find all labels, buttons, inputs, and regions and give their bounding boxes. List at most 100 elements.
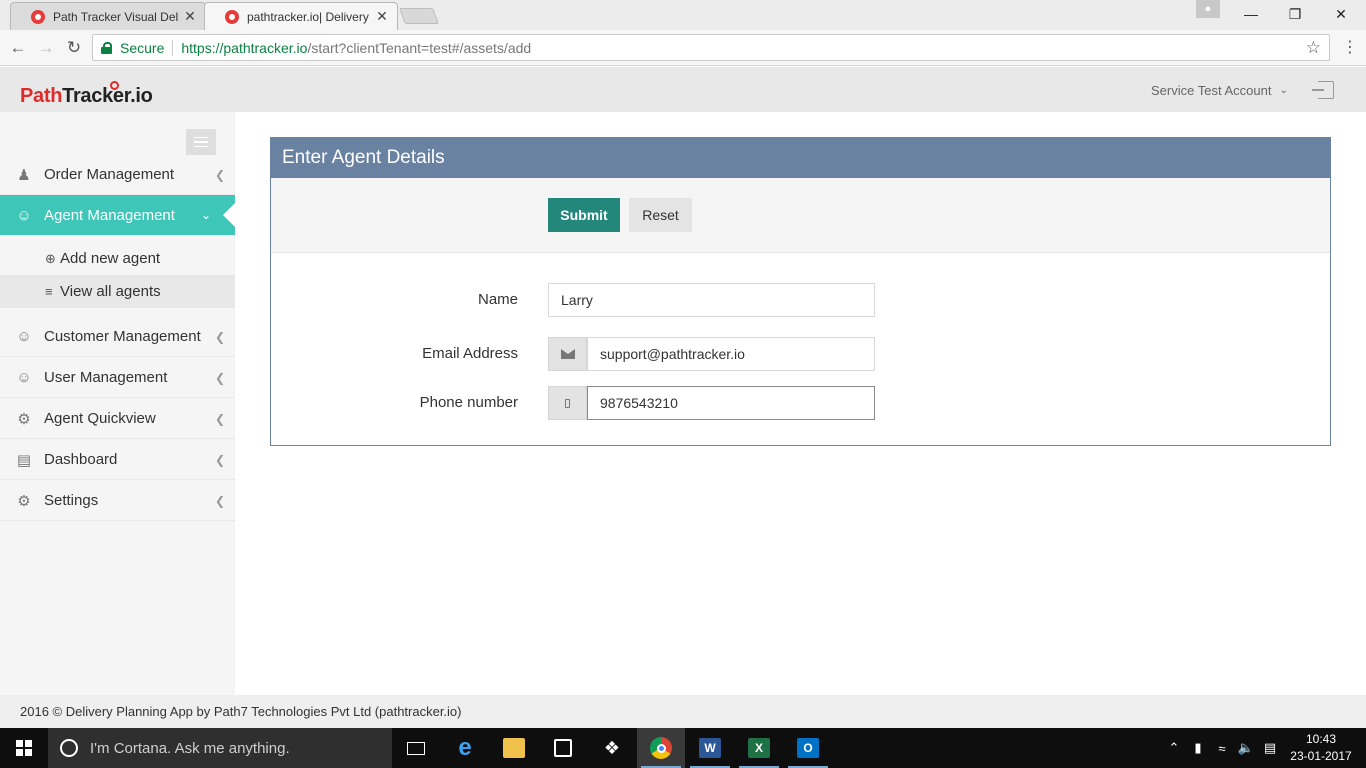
windows-logo-icon xyxy=(16,740,32,756)
chevron-left-icon: ❮ xyxy=(214,167,226,182)
app-header: PathTracker.io Service Test Account ⌄ xyxy=(0,67,1366,112)
chrome-icon[interactable] xyxy=(637,728,685,768)
sidebar-item-label: Agent Quickview xyxy=(44,410,156,427)
submit-button[interactable]: Submit xyxy=(548,198,620,232)
reset-button[interactable]: Reset xyxy=(629,198,692,232)
sidebar-item-label: Order Management xyxy=(44,166,175,183)
lock-icon xyxy=(101,41,112,54)
logo-text-dark: Tracker.io xyxy=(62,85,153,107)
bookmark-star-icon[interactable]: ☆ xyxy=(1306,38,1321,58)
tab-close-icon[interactable]: ✕ xyxy=(375,8,389,25)
logo-text-red: Path xyxy=(20,85,63,107)
phone-input[interactable] xyxy=(587,386,875,420)
browser-tabbar: Path Tracker Visual Delive ✕ pathtracker… xyxy=(0,0,1366,30)
email-row: Email Address xyxy=(271,337,1330,371)
plus-circle-icon: ⊕ xyxy=(45,250,56,266)
dropbox-icon[interactable]: ❖ xyxy=(588,728,636,768)
chevron-left-icon: ❮ xyxy=(214,452,226,467)
pathtracker-logo[interactable]: PathTracker.io xyxy=(20,85,153,108)
address-bar[interactable]: Secure https://pathtracker.io/start?clie… xyxy=(92,34,1330,61)
sidebar-item-label: Dashboard xyxy=(44,451,118,468)
clock-time: 10:43 xyxy=(1305,732,1337,746)
envelope-icon xyxy=(548,337,587,371)
chevron-down-icon: ⌄ xyxy=(1279,85,1288,96)
profile-icon[interactable]: ● xyxy=(1196,0,1220,18)
store-icon[interactable] xyxy=(539,728,587,768)
sidebar-item-order-management[interactable]: ♟ Order Management ❮ xyxy=(0,155,235,195)
email-label: Email Address xyxy=(422,345,518,362)
sidebar-item-label: Customer Management xyxy=(44,328,201,345)
logout-icon[interactable] xyxy=(1312,81,1334,99)
outlook-icon[interactable]: O xyxy=(784,728,832,768)
browser-menu-icon[interactable]: ⋮ xyxy=(1342,36,1358,60)
back-arrow-icon[interactable]: ← xyxy=(6,36,30,60)
clock-date: 23-01-2017 xyxy=(1290,749,1352,763)
gear-icon: ⚙ xyxy=(17,492,31,510)
name-label: Name xyxy=(477,291,518,308)
account-dropdown[interactable]: Service Test Account ⌄ xyxy=(1151,83,1288,98)
window-close-icon[interactable]: ✕ xyxy=(1318,0,1364,28)
chevron-left-icon: ❮ xyxy=(214,493,226,508)
user-icon: ☺ xyxy=(16,369,32,386)
cortana-placeholder: I'm Cortana. Ask me anything. xyxy=(90,739,290,757)
browser-toolbar: ← → ↻ Secure https://pathtracker.io/star… xyxy=(0,30,1366,66)
sidebar-toggle-icon[interactable] xyxy=(186,129,216,155)
task-view-icon[interactable] xyxy=(392,728,440,768)
taskbar-clock[interactable]: 10:43 23-01-2017 xyxy=(1286,731,1356,765)
user-icon: ☺ xyxy=(16,328,32,345)
sidebar-item-agent-management[interactable]: ☺ Agent Management ⌄ xyxy=(0,195,235,235)
name-input[interactable] xyxy=(548,283,875,317)
volume-muted-icon[interactable]: 🔈 xyxy=(1236,728,1256,768)
sidebar-item-agent-quickview[interactable]: ⚙ Agent Quickview ❮ xyxy=(0,399,235,439)
sidebar-subitem-label: Add new agent xyxy=(60,250,161,267)
file-explorer-icon[interactable] xyxy=(490,728,538,768)
sidebar-item-label: Settings xyxy=(44,492,99,509)
excel-icon[interactable]: X xyxy=(735,728,783,768)
sidebar-item-label: User Management xyxy=(44,369,168,386)
browser-tab-1[interactable]: Path Tracker Visual Delive ✕ xyxy=(10,2,206,30)
tab-title: pathtracker.io| Delivery P xyxy=(247,9,371,24)
sidebar-subitem-view-all-agents[interactable]: ≡ View all agents xyxy=(0,275,235,308)
cortana-search-box[interactable]: I'm Cortana. Ask me anything. xyxy=(48,728,392,768)
new-tab-button[interactable] xyxy=(399,8,439,24)
edge-icon[interactable]: e xyxy=(441,728,489,768)
browser-tab-2[interactable]: pathtracker.io| Delivery P ✕ xyxy=(204,2,398,30)
user-secret-icon: ♟ xyxy=(17,166,31,184)
chevron-left-icon: ❮ xyxy=(214,329,226,344)
pathtracker-favicon-icon xyxy=(31,9,45,24)
pathtracker-favicon-icon xyxy=(225,9,239,24)
sidebar-item-customer-management[interactable]: ☺ Customer Management ❮ xyxy=(0,317,235,357)
sidebar-item-user-management[interactable]: ☺ User Management ❮ xyxy=(0,358,235,398)
wifi-icon[interactable]: ≈ xyxy=(1212,728,1232,768)
restore-icon[interactable]: ❐ xyxy=(1272,0,1318,28)
panel-title: Enter Agent Details xyxy=(271,138,1330,178)
url-path: /start?clientTenant=test#/assets/add xyxy=(307,39,532,56)
users-icon: ☺ xyxy=(16,206,32,224)
minimize-icon[interactable]: — xyxy=(1228,0,1274,28)
sidebar-item-label: Agent Management xyxy=(44,206,175,224)
email-input[interactable] xyxy=(587,337,875,371)
action-center-icon[interactable]: ▤ xyxy=(1260,728,1280,768)
name-row: Name xyxy=(271,283,1330,317)
phone-label: Phone number xyxy=(419,394,518,411)
battery-icon[interactable]: ▮ xyxy=(1188,728,1208,768)
sidebar-item-settings[interactable]: ⚙ Settings ❮ xyxy=(0,481,235,521)
agent-details-panel: Enter Agent Details Submit Reset Name Em… xyxy=(270,137,1331,446)
sidebar-subitem-add-new-agent[interactable]: ⊕ Add new agent xyxy=(0,242,235,275)
tab-title: Path Tracker Visual Delive xyxy=(53,9,179,24)
account-name: Service Test Account xyxy=(1151,83,1272,98)
tab-close-icon[interactable]: ✕ xyxy=(183,8,197,25)
phone-row: Phone number xyxy=(271,386,1330,420)
show-hidden-icons-icon[interactable]: ⌃ xyxy=(1166,728,1182,768)
sidebar: ♟ Order Management ❮ ☺ Agent Management … xyxy=(0,112,235,695)
forward-arrow-icon[interactable]: → xyxy=(34,36,58,60)
sidebar-item-dashboard[interactable]: ▤ Dashboard ❮ xyxy=(0,440,235,480)
motorcycle-icon: ⚙ xyxy=(17,410,31,428)
url-host: https://pathtracker.io xyxy=(181,39,308,56)
start-button[interactable] xyxy=(0,728,48,768)
word-icon[interactable]: W xyxy=(686,728,734,768)
chevron-left-icon: ❮ xyxy=(214,411,226,426)
page-footer: 2016 © Delivery Planning App by Path7 Te… xyxy=(0,695,1366,728)
reload-icon[interactable]: ↻ xyxy=(62,36,86,60)
sidebar-subitem-label: View all agents xyxy=(60,283,161,300)
